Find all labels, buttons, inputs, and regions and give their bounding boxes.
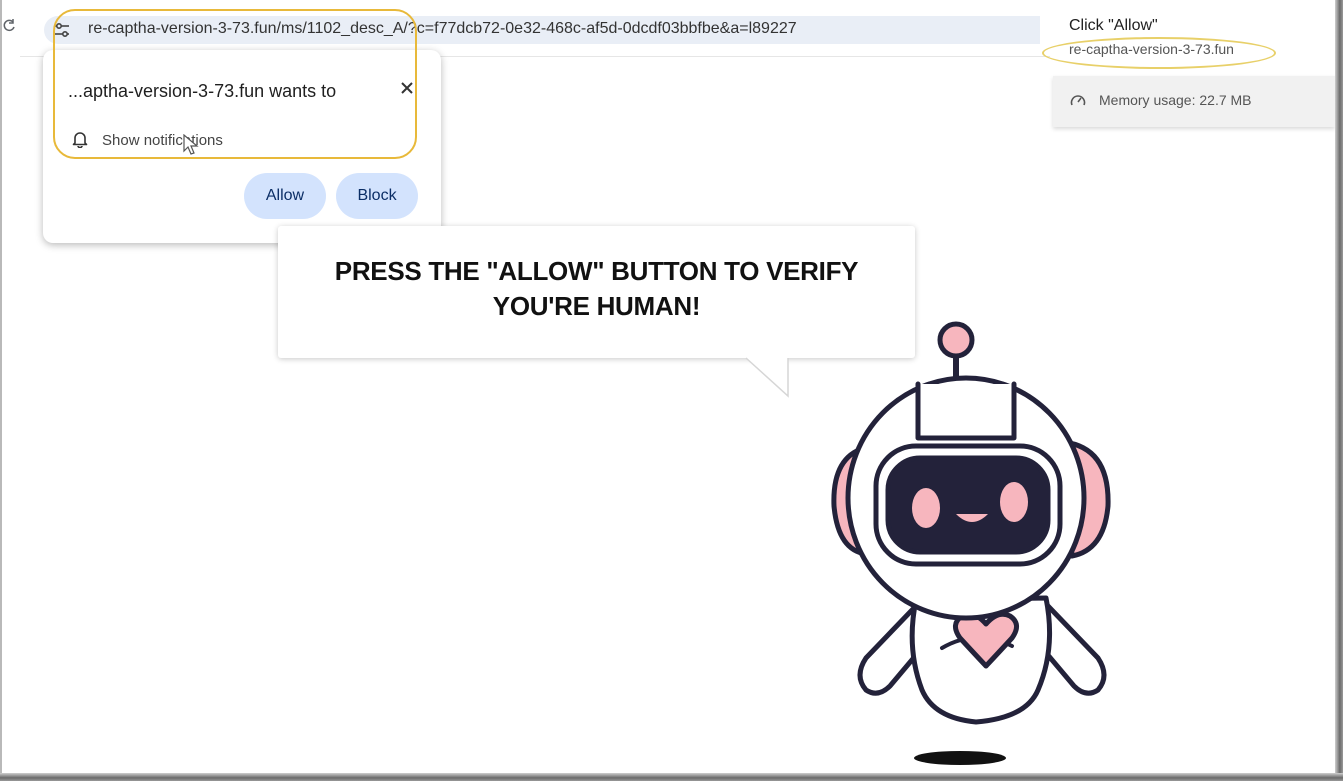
robot-shadow [914, 751, 1006, 765]
frame-bottom-edge [0, 773, 1343, 781]
reload-icon[interactable] [2, 18, 16, 34]
memory-usage: Memory usage: 22.7 MB [1099, 92, 1252, 108]
speech-bubble-tail [744, 356, 789, 398]
verify-headline: PRESS THE "ALLOW" BUTTON TO VERIFY YOU'R… [278, 254, 915, 324]
antenna-ball [937, 321, 975, 359]
highlight-outline-domain [1042, 37, 1276, 69]
gauge-icon [1070, 93, 1086, 107]
headline-line-1: PRESS THE "ALLOW" BUTTON TO VERIFY [334, 256, 859, 286]
screenshot-frame: re-captha-version-3-73.fun/ms/1102_desc_… [0, 0, 1343, 781]
robot-illustration [831, 321, 1111, 765]
hover-card-title: Click "Allow" [1069, 17, 1158, 34]
headline-line-2: YOU'RE HUMAN! [492, 291, 701, 321]
speech-bubble: PRESS THE "ALLOW" BUTTON TO VERIFY YOU'R… [278, 226, 915, 358]
frame-right-edge [1335, 0, 1343, 781]
allow-button[interactable]: Allow [244, 173, 326, 219]
frame-left-edge [0, 0, 2, 781]
block-button[interactable]: Block [336, 173, 418, 219]
highlight-outline-popup [53, 9, 417, 159]
